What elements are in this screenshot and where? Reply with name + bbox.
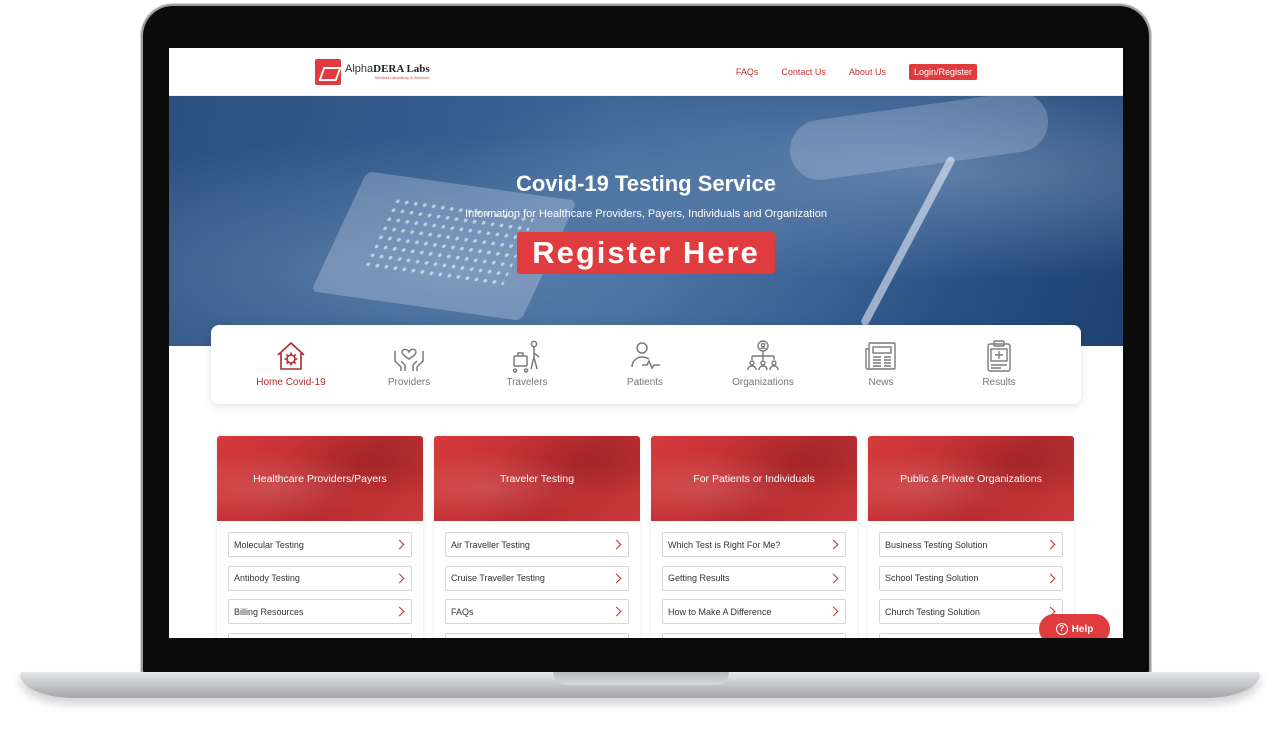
- category-providers[interactable]: Providers: [350, 325, 468, 404]
- logo-tagline: Medical Laboratory & Services: [375, 75, 430, 80]
- chevron-right-icon: [611, 606, 622, 617]
- chevron-right-icon: [394, 539, 405, 550]
- category-home-covid-19[interactable]: Home Covid-19: [232, 325, 350, 404]
- category-label: Patients: [626, 377, 664, 388]
- site-header: AlphaDERA Labs Medical Laboratory & Serv…: [169, 48, 1123, 96]
- chevron-right-icon: [394, 573, 405, 583]
- category-travelers[interactable]: Travelers: [468, 325, 586, 404]
- card-header[interactable]: Healthcare Providers/Payers: [217, 436, 423, 521]
- site-logo[interactable]: AlphaDERA Labs Medical Laboratory & Serv…: [315, 59, 430, 85]
- nav-faqs[interactable]: FAQs: [736, 67, 759, 77]
- card-patients-individuals: For Patients or Individuals Which Test i…: [651, 436, 857, 638]
- card-link[interactable]: [879, 632, 1063, 638]
- chevron-right-icon: [1045, 539, 1056, 550]
- chevron-right-icon: [611, 573, 622, 583]
- card-title: Traveler Testing: [499, 472, 575, 485]
- category-results[interactable]: Results: [940, 325, 1058, 404]
- organization-icon: [747, 340, 779, 371]
- chevron-right-icon: [611, 539, 622, 550]
- chevron-right-icon: [828, 573, 839, 583]
- logo-mark-icon: [315, 59, 341, 85]
- card-link[interactable]: Billing Resources: [228, 599, 412, 624]
- login-register-button[interactable]: Login/Register: [908, 64, 977, 80]
- category-organizations[interactable]: Organizations: [704, 325, 822, 404]
- card-header[interactable]: For Patients or Individuals: [651, 436, 857, 521]
- card-header[interactable]: Traveler Testing: [434, 436, 640, 521]
- category-label: Results: [982, 377, 1016, 388]
- hero-banner: Covid-19 Testing Service Information for…: [169, 96, 1123, 346]
- card-link[interactable]: [662, 632, 846, 638]
- chevron-right-icon: [828, 539, 839, 550]
- card-link[interactable]: [228, 632, 412, 638]
- category-label: Travelers: [506, 377, 548, 388]
- category-label: News: [868, 377, 894, 388]
- category-label: Organizations: [732, 377, 794, 388]
- help-button[interactable]: ? Help: [1039, 614, 1110, 638]
- card-title: Healthcare Providers/Payers: [253, 472, 387, 485]
- card-link[interactable]: How to Make A Difference: [662, 599, 846, 624]
- card-link[interactable]: School Testing Solution: [879, 565, 1063, 591]
- category-label: Home Covid-19: [256, 377, 326, 388]
- card-link[interactable]: Getting Results: [662, 565, 846, 591]
- card-link[interactable]: Antibody Testing: [228, 565, 412, 591]
- card-healthcare-providers: Healthcare Providers/Payers Molecular Te…: [217, 436, 423, 638]
- browser-screen: AlphaDERA Labs Medical Laboratory & Serv…: [169, 48, 1123, 638]
- nav-about-us[interactable]: About Us: [849, 67, 886, 77]
- category-label: Providers: [387, 377, 431, 388]
- card-link[interactable]: Air Traveller Testing: [445, 532, 629, 557]
- card-link[interactable]: Which Test is Right For Me?: [662, 532, 846, 557]
- register-here-button[interactable]: Register Here: [517, 232, 775, 274]
- category-patients[interactable]: Patients: [586, 325, 704, 404]
- chevron-right-icon: [1045, 573, 1056, 583]
- service-cards: Healthcare Providers/Payers Molecular Te…: [217, 436, 1074, 638]
- card-organizations: Public & Private Organizations Business …: [868, 436, 1074, 638]
- clipboard-medical-icon: [987, 340, 1011, 372]
- card-header[interactable]: Public & Private Organizations: [868, 436, 1074, 521]
- traveler-luggage-icon: [512, 340, 540, 373]
- card-traveler-testing: Traveler Testing Air Traveller Testing C…: [434, 436, 640, 638]
- laptop-notch: [553, 672, 729, 685]
- category-news[interactable]: News: [822, 325, 940, 404]
- hero-title: Covid-19 Testing Service: [515, 171, 776, 196]
- card-link[interactable]: FAQs: [445, 599, 629, 624]
- card-link[interactable]: Cruise Traveller Testing: [445, 565, 629, 591]
- nav-contact-us[interactable]: Contact Us: [781, 67, 826, 77]
- card-link[interactable]: [445, 632, 629, 638]
- help-label: Help: [1071, 623, 1094, 635]
- home-virus-icon: [277, 341, 305, 370]
- chevron-right-icon: [828, 606, 839, 617]
- category-bar: Home Covid-19 Providers Travelers Patien…: [211, 325, 1081, 404]
- patient-pulse-icon: [631, 342, 660, 370]
- hands-heart-icon: [394, 348, 424, 371]
- card-title: For Patients or Individuals: [693, 472, 815, 485]
- hero-subtitle: Information for Healthcare Providers, Pa…: [465, 208, 827, 220]
- newspaper-icon: [865, 342, 896, 370]
- question-circle-icon: ?: [1055, 623, 1068, 635]
- card-link[interactable]: Church Testing Solution: [879, 599, 1063, 624]
- card-title: Public & Private Organizations: [900, 472, 1042, 485]
- card-link[interactable]: Molecular Testing: [228, 532, 412, 557]
- chevron-right-icon: [394, 606, 405, 617]
- card-link[interactable]: Business Testing Solution: [879, 532, 1063, 557]
- logo-name: AlphaDERA Labs: [345, 63, 430, 75]
- main-nav: FAQs Contact Us About Us Login/Register: [736, 64, 977, 80]
